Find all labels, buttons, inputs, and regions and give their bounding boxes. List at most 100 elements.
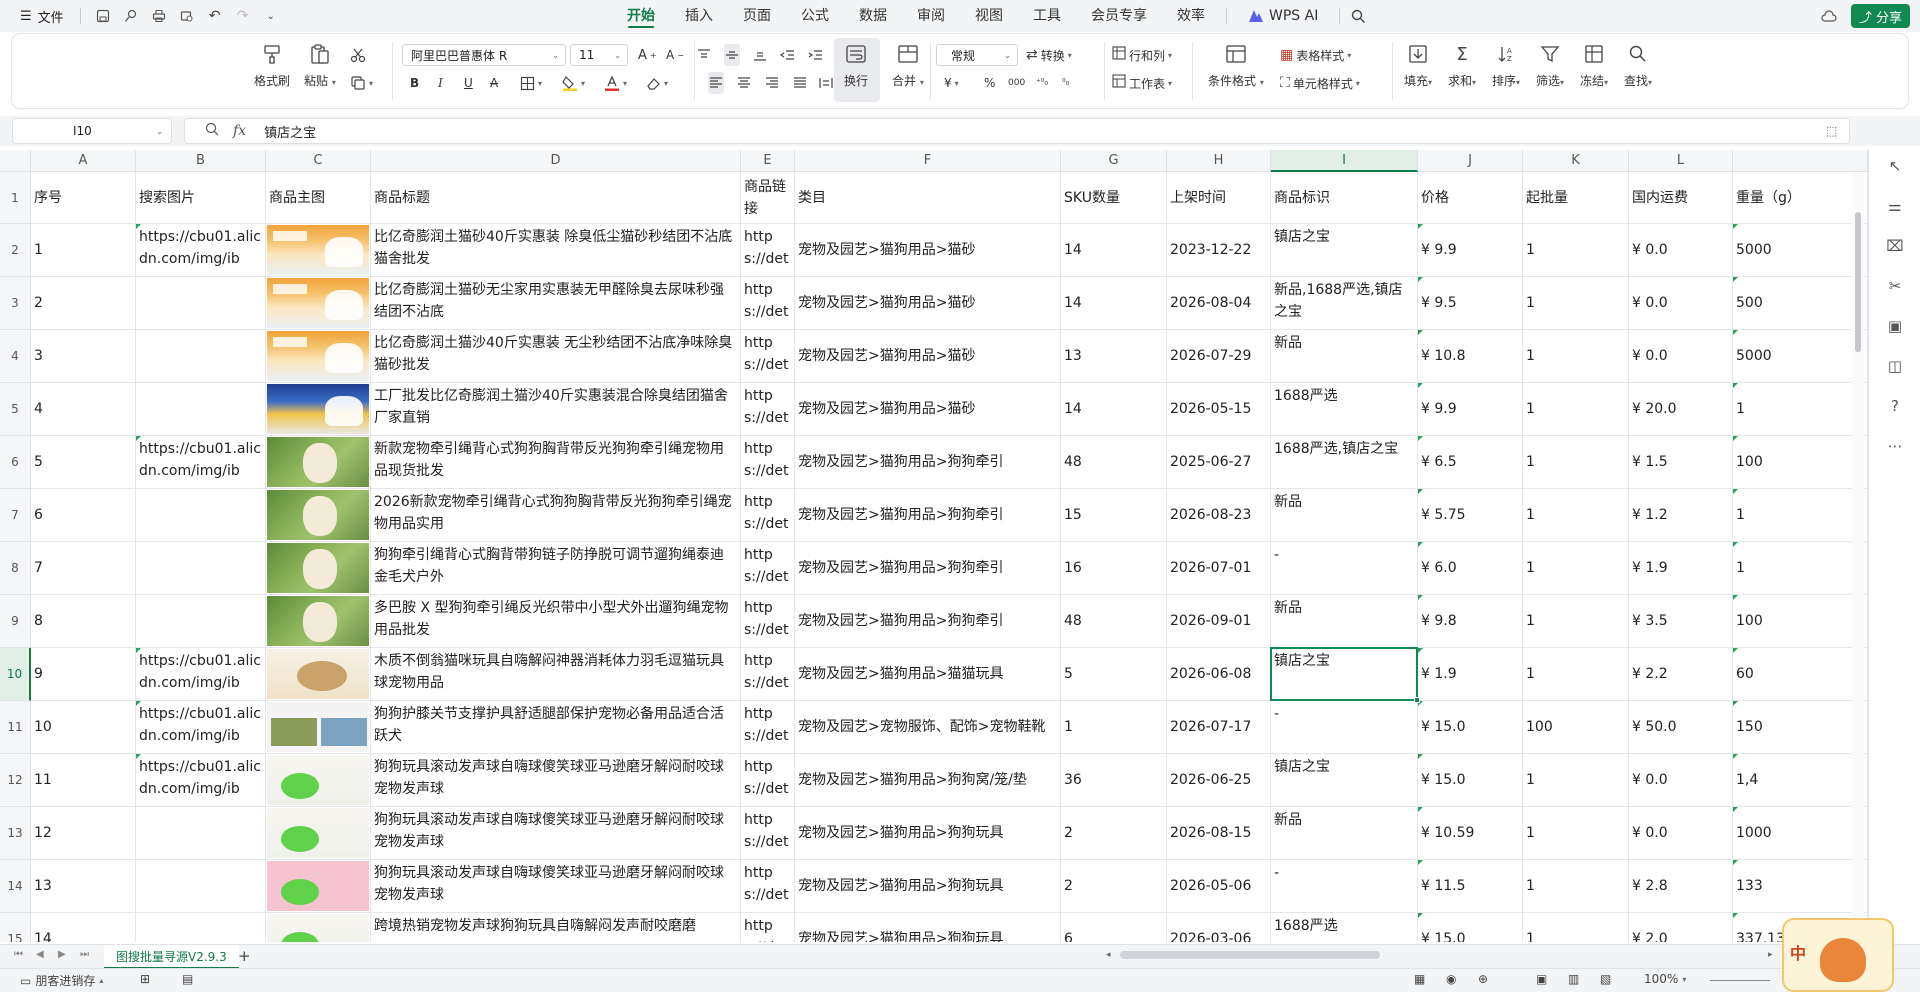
cell-e[interactable]: https://deta (741, 648, 795, 701)
cell-f[interactable]: 宠物及园艺>猫狗用品>猫砂 (795, 383, 1061, 436)
row-header[interactable]: 7 (0, 489, 31, 542)
row-header[interactable]: 10 (0, 648, 31, 701)
tab-formula[interactable]: 公式 (786, 0, 844, 32)
mascot-widget[interactable]: 中 (1782, 918, 1894, 992)
tab-review[interactable]: 审阅 (902, 0, 960, 32)
paste-button[interactable]: 粘贴 ▾ (304, 42, 336, 89)
find-button[interactable]: 查找▾ (1624, 42, 1652, 89)
increase-indent-icon[interactable] (808, 44, 824, 66)
cell-j[interactable]: ¥ 11.5 (1418, 860, 1523, 913)
distributed-align-icon[interactable] (818, 72, 834, 94)
product-thumbnail[interactable] (267, 914, 369, 942)
product-thumbnail[interactable] (267, 649, 369, 699)
cell-k[interactable]: 1 (1523, 807, 1629, 860)
cell-d[interactable]: 多巴胺 X 型狗狗牵引绳反光织带中小型犬外出遛狗绳宠物用品批发 (371, 595, 741, 648)
product-image-cell[interactable] (266, 330, 371, 383)
cell-g[interactable]: 14 (1061, 224, 1167, 277)
cell-i[interactable]: - (1271, 860, 1418, 913)
cell-l[interactable]: ¥ 2.0 (1629, 913, 1733, 942)
cell-a[interactable]: 9 (31, 648, 136, 701)
cell-a[interactable]: 7 (31, 542, 136, 595)
cell-d[interactable]: 木质不倒翁猫咪玩具自嗨解闷神器消耗体力羽毛逗猫玩具球宠物用品 (371, 648, 741, 701)
cell-m[interactable]: 500 (1733, 277, 1868, 330)
cell-f[interactable]: 宠物及园艺>猫狗用品>猫猫玩具 (795, 648, 1061, 701)
tab-insert[interactable]: 插入 (670, 0, 728, 32)
product-image-cell[interactable] (266, 595, 371, 648)
product-thumbnail[interactable] (267, 490, 369, 540)
name-box[interactable]: I10 ⌄ (12, 118, 172, 144)
cell-b[interactable] (136, 913, 266, 942)
tab-data[interactable]: 数据 (844, 0, 902, 32)
cell-b[interactable]: https://cbu01.alicdn.com/img/ib (136, 436, 266, 489)
product-thumbnail[interactable] (267, 861, 369, 911)
cell-h[interactable]: 2026-09-01 (1167, 595, 1271, 648)
font-name-select[interactable]: 阿里巴巴普惠体 R ⌄ (402, 44, 566, 66)
cell-d[interactable]: 比亿奇膨润土猫砂无尘家用实惠装无甲醛除臭去尿味秒强结团不沾底 (371, 277, 741, 330)
cell-b[interactable] (136, 330, 266, 383)
cell-j[interactable]: ¥ 9.9 (1418, 224, 1523, 277)
cell-h[interactable]: 2026-07-29 (1167, 330, 1271, 383)
increase-font-icon[interactable]: A + (638, 44, 657, 66)
add-sheet-button[interactable]: + (238, 947, 251, 965)
cell-j[interactable]: ¥ 9.9 (1418, 383, 1523, 436)
cell-style-button[interactable]: ⛶ 单元格样式 ▾ (1280, 72, 1360, 94)
cell-i[interactable]: 新品 (1271, 595, 1418, 648)
style-icon[interactable]: ⌧ (1885, 236, 1905, 256)
tab-view[interactable]: 视图 (960, 0, 1018, 32)
cell-j[interactable]: ¥ 15.0 (1418, 701, 1523, 754)
cell-e[interactable]: https://deta (741, 489, 795, 542)
cell-f[interactable]: 宠物及园艺>猫狗用品>狗狗玩具 (795, 860, 1061, 913)
product-thumbnail[interactable] (267, 437, 369, 487)
cell-j[interactable]: ¥ 6.0 (1418, 542, 1523, 595)
row-header[interactable]: 2 (0, 224, 31, 277)
cell-h[interactable]: 2026-08-04 (1167, 277, 1271, 330)
merge-button[interactable]: 合并 ▾ (892, 42, 924, 89)
borders-icon[interactable]: ▾ (520, 72, 542, 94)
cell-a[interactable]: 5 (31, 436, 136, 489)
cell-m[interactable]: 1 (1733, 383, 1868, 436)
align-left-icon[interactable] (708, 72, 724, 94)
row-header[interactable]: 11 (0, 701, 31, 754)
cell-g[interactable]: 48 (1061, 436, 1167, 489)
last-sheet-icon[interactable]: ⏭ (80, 949, 89, 960)
page-break-icon[interactable]: ▧ (1600, 972, 1611, 986)
align-center-icon[interactable] (736, 72, 752, 94)
fill-button[interactable]: 填充▾ (1404, 42, 1432, 89)
cell-j[interactable]: ¥ 6.5 (1418, 436, 1523, 489)
cell-l[interactable]: ¥ 0.0 (1629, 754, 1733, 807)
font-size-select[interactable]: 11 ⌄ (570, 44, 628, 66)
underline-icon[interactable]: U (464, 72, 473, 94)
tab-home[interactable]: 开始 (612, 0, 670, 32)
cell-f[interactable]: 宠物及园艺>猫狗用品>狗狗牵引 (795, 542, 1061, 595)
row-header[interactable]: 12 (0, 754, 31, 807)
font-color-icon[interactable]: ▾ (604, 72, 627, 94)
conditional-format-button[interactable]: 条件格式 ▾ (1208, 42, 1264, 89)
cell-g[interactable]: 36 (1061, 754, 1167, 807)
column-header-f[interactable]: F (795, 150, 1061, 172)
cell-j[interactable]: ¥ 10.59 (1418, 807, 1523, 860)
cell-i[interactable]: 1688严选 (1271, 383, 1418, 436)
cell-g[interactable]: 48 (1061, 595, 1167, 648)
cell-d[interactable]: 比亿奇膨润土猫砂40斤实惠装 除臭低尘猫砂秒结团不沾底猫舍批发 (371, 224, 741, 277)
layout-icon[interactable]: ⊕ (1478, 972, 1488, 986)
decrease-indent-icon[interactable] (780, 44, 796, 66)
freeze-button[interactable]: 冻结▾ (1580, 42, 1608, 89)
page-layout-icon[interactable]: ▥ (1568, 972, 1579, 986)
cell-d[interactable]: 狗狗玩具滚动发声球自嗨球傻笑球亚马逊磨牙解闷耐咬球宠物发声球 (371, 754, 741, 807)
tab-tools[interactable]: 工具 (1018, 0, 1076, 32)
cell-h[interactable]: 2026-05-06 (1167, 860, 1271, 913)
strikethrough-icon[interactable]: A (490, 72, 498, 94)
search-icon[interactable] (1346, 4, 1370, 28)
zoom-level[interactable]: 100% ▾ (1644, 972, 1686, 986)
header-cell[interactable]: 价格 (1418, 172, 1523, 224)
scroll-left-icon[interactable]: ◂ (1106, 950, 1111, 960)
cell-e[interactable]: https://deta (741, 754, 795, 807)
cell-f[interactable]: 宠物及园艺>猫狗用品>猫砂 (795, 277, 1061, 330)
cell-k[interactable]: 100 (1523, 701, 1629, 754)
column-header-e[interactable]: E (741, 150, 795, 172)
product-image-cell[interactable] (266, 383, 371, 436)
cell-e[interactable]: https://deta (741, 807, 795, 860)
cell-l[interactable]: ¥ 3.5 (1629, 595, 1733, 648)
cell-i[interactable]: 新品 (1271, 330, 1418, 383)
header-cell[interactable]: 商品链接 (741, 172, 795, 224)
